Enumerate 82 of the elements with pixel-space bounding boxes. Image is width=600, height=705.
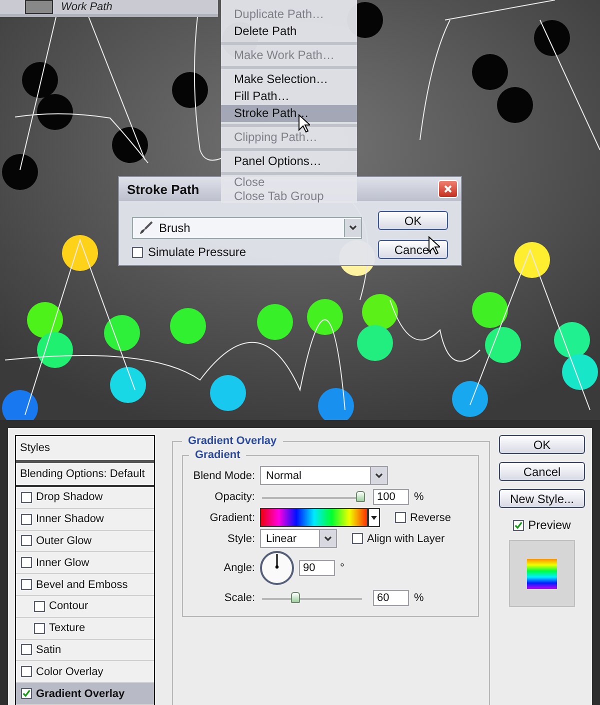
ok-button[interactable]: OK [499,435,585,454]
checkbox[interactable] [34,600,45,612]
input-field[interactable]: 90 [299,560,335,576]
item-label: Texture [49,622,86,634]
path-thumbnail [25,0,53,14]
checkbox[interactable] [21,492,32,503]
caret-icon [371,516,377,520]
checkbox[interactable] [21,514,32,525]
unit-label: % [414,490,424,502]
field-label: Gradient: [208,512,255,524]
menu-item[interactable]: Panel Options… [221,153,357,170]
checkbox-label: Preview [528,518,571,532]
checkbox[interactable] [21,688,32,700]
angle-dial[interactable] [260,551,294,585]
item-label: Inner Shadow [36,513,104,526]
checkbox-label: Reverse [410,512,451,524]
list-item[interactable]: Satin [16,640,154,662]
list-header: Styles [16,436,154,463]
checkbox[interactable] [21,579,32,590]
caret-icon [349,225,357,231]
menu-item[interactable]: Stroke Path… [221,105,357,122]
caret-icon [324,536,332,542]
close-button[interactable] [438,180,458,198]
list-item[interactable]: Drop Shadow [16,487,154,509]
checkbox[interactable] [21,535,32,546]
brush-icon [139,221,153,235]
list-item[interactable]: Outer Glow [16,530,154,552]
close-icon [443,184,453,194]
list-item[interactable]: Texture [16,618,154,640]
caret-icon [375,472,383,478]
field-label: Blend Mode: [192,470,255,482]
checkbox[interactable] [513,520,524,530]
field-label: Angle: [222,562,255,574]
checkbox[interactable] [395,512,406,523]
checkbox-label: Align with Layer [367,532,445,544]
input-field[interactable]: 100 [373,488,409,504]
gradient-dropdown[interactable] [368,508,380,527]
checkbox[interactable] [132,246,143,258]
unit-label: % [414,592,424,604]
unit-label: ° [340,562,344,574]
list-item[interactable]: Bevel and Emboss [16,574,154,596]
checkbox[interactable] [21,644,32,656]
field-label: Style: [226,532,255,544]
item-label: Contour [49,600,88,612]
menu-item[interactable]: Delete Path [221,23,357,40]
cancel-button[interactable]: Cancel [499,462,585,481]
menu-item[interactable]: Fill Path… [221,88,357,105]
item-label: Drop Shadow [36,491,103,504]
item-label: Gradient Overlay [36,688,125,700]
item-label: Bevel and Emboss [36,578,128,591]
menu-item[interactable]: Make Selection… [221,71,357,88]
list-item[interactable]: Gradient Overlay [16,683,154,705]
checkbox[interactable] [34,622,45,634]
checkbox[interactable] [352,533,363,544]
slider-thumb[interactable] [291,592,300,602]
slider-thumb[interactable] [356,490,365,502]
style-dropdown[interactable]: Linear [260,529,337,548]
item-label: Outer Glow [36,534,92,547]
blend-mode-dropdown[interactable]: Normal [260,466,388,485]
group-title: Gradient [194,449,242,461]
field-label: Scale: [223,592,255,604]
list-item[interactable]: Inner Shadow [16,508,154,531]
section-title: Gradient Overlay [187,435,278,447]
path-name[interactable]: Work Path [61,1,112,13]
gradient-preview-swatch [527,558,557,588]
checkbox-label: Simulate Pressure [148,245,246,259]
tool-dropdown[interactable]: Brush [132,217,362,239]
item-label: Color Overlay [36,666,104,678]
input-field[interactable]: 60 [373,590,409,606]
ok-button[interactable]: OK [378,211,448,230]
list-item[interactable]: Blending Options: Default [16,463,154,487]
item-label: Satin [36,644,62,656]
gradient-swatch[interactable] [260,508,368,527]
dialog-title: Stroke Path [127,182,200,196]
field-label: Opacity: [214,490,255,502]
list-item[interactable]: Inner Glow [16,552,154,574]
list-item[interactable]: Contour [16,596,154,618]
dial-hand-icon [275,554,279,569]
new-style-button[interactable]: New Style... [499,489,585,508]
checkbox[interactable] [21,557,32,568]
item-label: Inner Glow [36,556,90,569]
checkbox[interactable] [21,666,32,678]
